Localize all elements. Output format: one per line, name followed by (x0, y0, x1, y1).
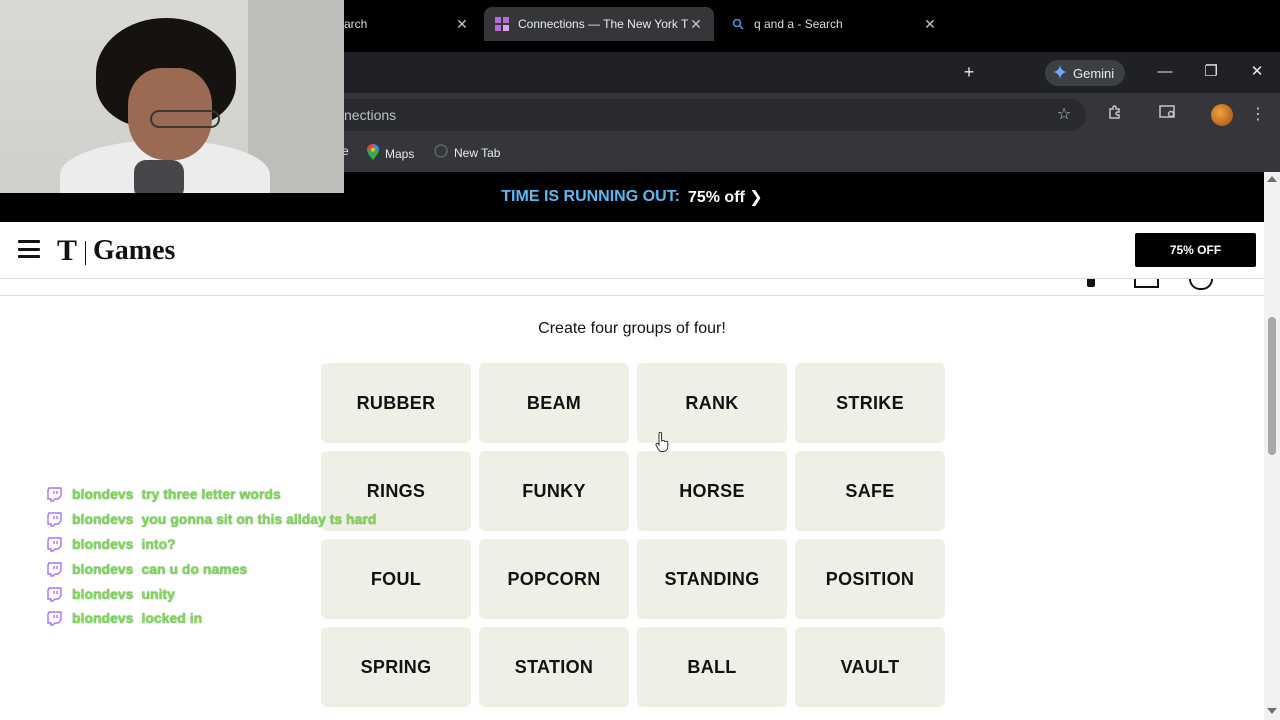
tab-search-icon[interactable] (1157, 104, 1179, 126)
connections-favicon (494, 16, 510, 32)
word-tile[interactable]: SAFE (795, 451, 945, 531)
chat-username: blondevs (72, 536, 134, 552)
gemini-button[interactable]: Gemini (1045, 60, 1125, 86)
scroll-up-arrow-icon[interactable] (1267, 176, 1277, 182)
word-tile[interactable]: POSITION (795, 539, 945, 619)
twitch-icon (47, 586, 62, 602)
twitch-icon (47, 610, 62, 626)
tab-label: arch (344, 17, 368, 31)
chat-username: blondevs (72, 561, 134, 577)
chat-message: blondevs try three letter words (47, 485, 281, 503)
settings-icon[interactable] (1087, 279, 1095, 287)
bookmark-maps[interactable]: Maps (367, 144, 414, 163)
word-tile[interactable]: STATION (479, 627, 629, 707)
restore-button[interactable]: ❐ (1200, 62, 1222, 84)
page-scrollbar[interactable] (1264, 172, 1280, 720)
word-tile[interactable]: BEAM (479, 363, 629, 443)
tab-q-and-a[interactable]: q and a - Search ✕ (720, 7, 948, 41)
webcam-person-glasses (150, 110, 220, 128)
close-icon[interactable]: ✕ (922, 16, 938, 33)
subscribe-offer-button[interactable]: 75% OFF (1135, 233, 1256, 267)
gemini-label: Gemini (1073, 65, 1115, 81)
game-prompt: Create four groups of four! (538, 320, 726, 337)
hamburger-menu-icon[interactable] (18, 240, 40, 258)
new-tab-button[interactable]: + (958, 62, 980, 84)
menu-kebab-icon[interactable]: ⋮ (1247, 104, 1269, 126)
word-tile[interactable]: POPCORN (479, 539, 629, 619)
tab-label: q and a - Search (754, 17, 843, 31)
word-tile[interactable]: STANDING (637, 539, 787, 619)
minimize-button[interactable]: — (1154, 62, 1176, 84)
bookmark-star-icon[interactable]: ☆ (1053, 104, 1075, 126)
nyt-games-header: T Games 75% OFF (0, 222, 1264, 279)
chat-username: blondevs (72, 486, 134, 502)
extensions-icon[interactable] (1104, 104, 1126, 126)
chat-text: you gonna sit on this allday ts hard (141, 511, 377, 527)
bookmark-label: Maps (385, 146, 415, 161)
chat-username: blondevs (72, 511, 134, 527)
chat-username: blondevs (72, 610, 134, 626)
word-tile[interactable]: HORSE (637, 451, 787, 531)
close-window-button[interactable]: ✕ (1246, 62, 1268, 84)
chat-message: blondevs locked in (47, 609, 202, 627)
chat-text: unity (141, 586, 175, 602)
word-tile[interactable]: RUBBER (321, 363, 471, 443)
chat-username: blondevs (72, 586, 134, 602)
close-icon[interactable]: ✕ (688, 16, 704, 33)
promo-offer: 75% off ❯ (687, 189, 763, 206)
help-icon[interactable] (1189, 279, 1213, 290)
search-icon (730, 16, 746, 32)
hand-cursor-icon (655, 431, 669, 452)
webcam-overlay (0, 0, 344, 193)
chat-message: blondevs into? (47, 535, 176, 553)
new-tab-favicon (434, 144, 448, 161)
promo-highlight: TIME IS RUNNING OUT: (501, 188, 680, 205)
logo-divider (85, 241, 86, 265)
twitch-icon (47, 511, 62, 527)
tab-label: Connections — The New York T (518, 17, 688, 31)
scrollbar-thumb[interactable] (1268, 317, 1276, 455)
nyt-logo[interactable]: T (57, 234, 77, 268)
web-page: TIME IS RUNNING OUT: 75% off ❯ T Games 7… (0, 172, 1264, 720)
close-icon[interactable]: ✕ (454, 16, 470, 33)
profile-avatar[interactable] (1211, 104, 1233, 126)
chat-text: locked in (141, 610, 203, 626)
screen: arch ✕ Connections — The New York T ✕ q … (0, 0, 1280, 720)
game-toolbar (0, 279, 1264, 296)
chat-text: try three letter words (141, 486, 281, 502)
word-tile[interactable]: RANK (637, 363, 787, 443)
chat-text: into? (141, 536, 176, 552)
word-tile[interactable]: STRIKE (795, 363, 945, 443)
twitch-icon (47, 561, 62, 577)
twitch-icon (47, 486, 62, 502)
gemini-icon (1053, 64, 1067, 82)
tab-connections[interactable]: Connections — The New York T ✕ (484, 7, 714, 41)
word-tile[interactable]: FUNKY (479, 451, 629, 531)
word-tile[interactable]: SPRING (321, 627, 471, 707)
games-logo[interactable]: Games (93, 235, 175, 267)
word-tile[interactable]: VAULT (795, 627, 945, 707)
bookmark-label: New Tab (454, 145, 501, 160)
word-tile[interactable]: FOUL (321, 539, 471, 619)
chat-message: blondevs can u do names (47, 560, 247, 578)
bookmark-new-tab[interactable]: New Tab (434, 144, 500, 161)
chat-text: can u do names (141, 561, 248, 577)
twitch-icon (47, 536, 62, 552)
microphone (134, 160, 184, 193)
chat-message: blondevs you gonna sit on this allday ts… (47, 510, 376, 528)
stats-icon[interactable] (1134, 279, 1159, 288)
word-tile[interactable]: BALL (637, 627, 787, 707)
maps-icon (367, 144, 379, 163)
chat-message: blondevs unity (47, 585, 175, 603)
tab-search[interactable]: arch ✕ (334, 7, 480, 41)
address-bar[interactable]: nections (300, 99, 1086, 131)
scroll-down-arrow-icon[interactable] (1267, 708, 1277, 714)
